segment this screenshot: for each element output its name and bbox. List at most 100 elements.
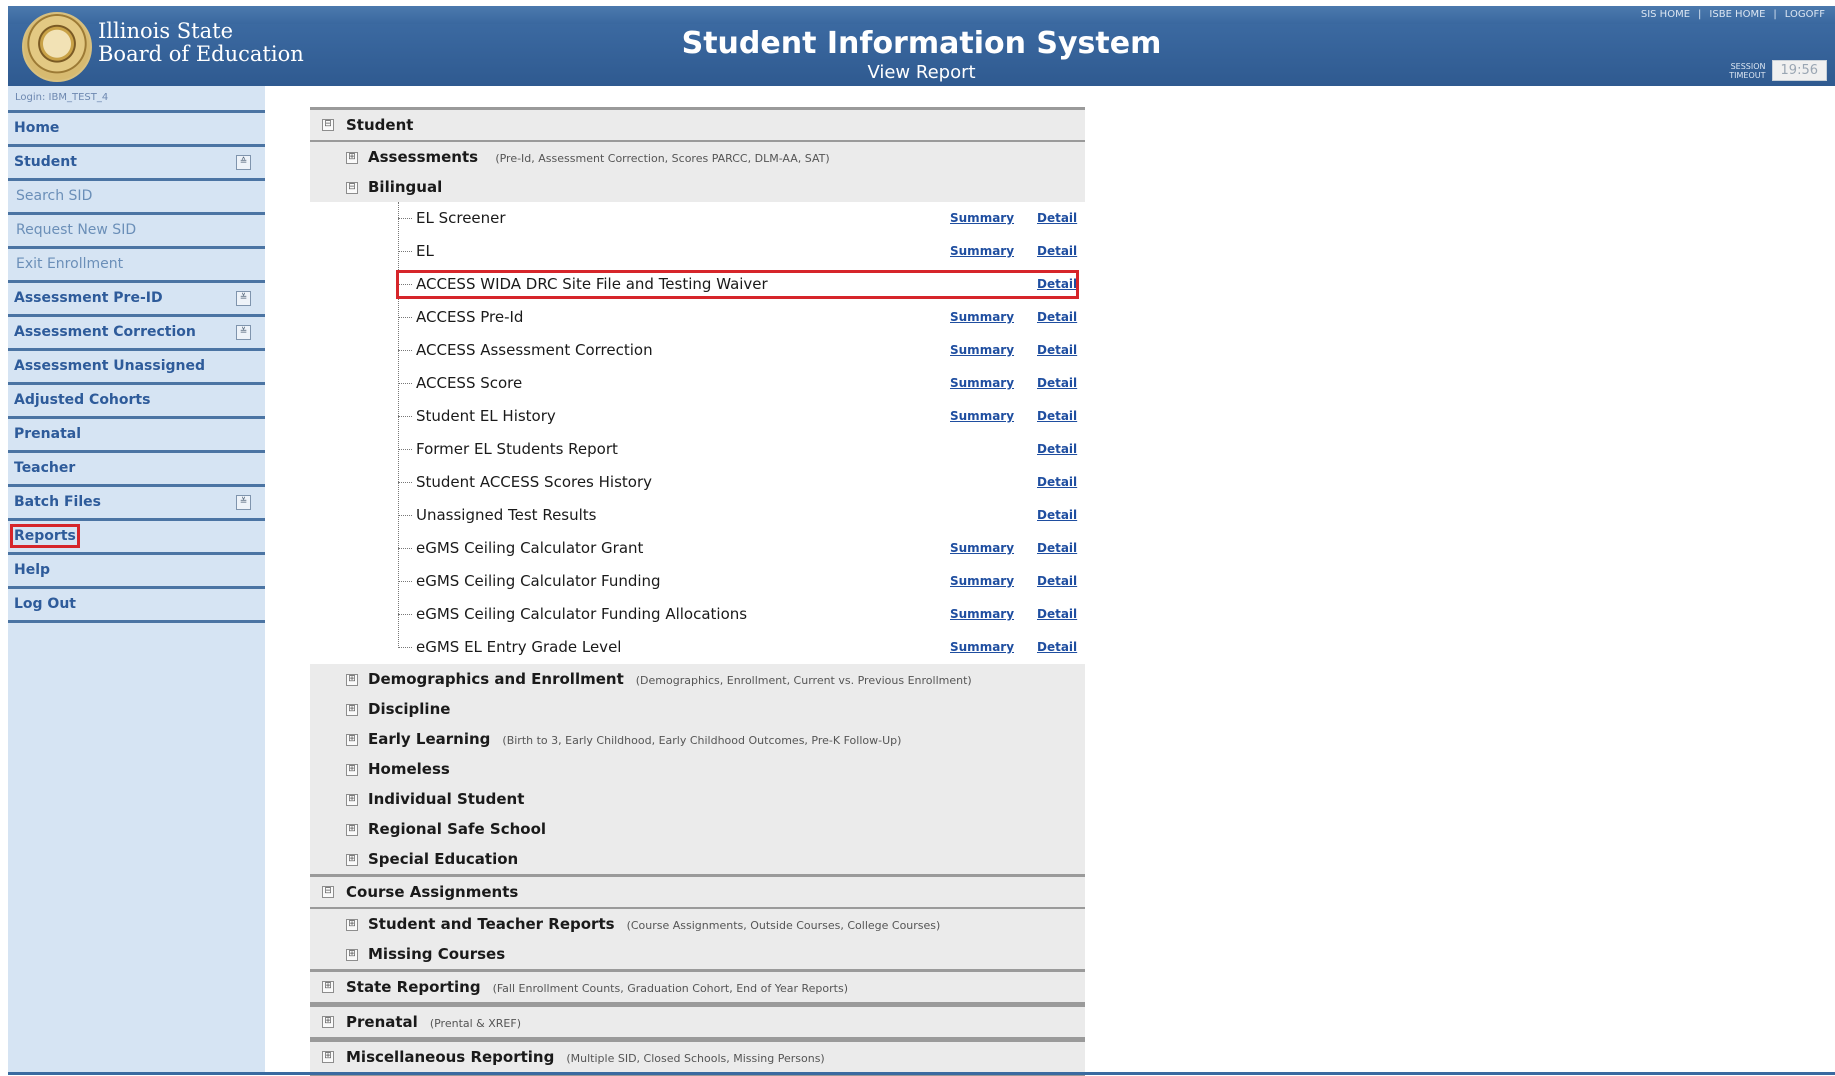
session-timer: 19:56 [1771, 60, 1827, 81]
expand-chevron-icon[interactable]: ≚ [236, 495, 251, 510]
sidebar-item-adjusted-cohorts[interactable]: Adjusted Cohorts [8, 385, 265, 419]
expand-icon[interactable]: ⊞ [346, 794, 358, 806]
expand-icon[interactable]: ⊞ [346, 704, 358, 716]
detail-link[interactable]: Detail [1037, 301, 1077, 334]
sidebar-item-reports[interactable]: Reports [8, 521, 265, 555]
sidebar-item-home[interactable]: Home [8, 113, 265, 147]
report-row: eGMS Ceiling Calculator Funding Allocati… [310, 598, 1085, 631]
tree-node-special-education[interactable]: ⊞ Special Education [310, 844, 1085, 874]
detail-link[interactable]: Detail [1037, 235, 1077, 268]
sidebar-item-assessment-unassigned[interactable]: Assessment Unassigned [8, 351, 265, 385]
summary-link[interactable]: Summary [950, 334, 1014, 367]
expand-icon[interactable]: ⊞ [346, 919, 358, 931]
sidebar-item-teacher[interactable]: Teacher [8, 453, 265, 487]
sidebar-item-exit-enrollment[interactable]: Exit Enrollment [8, 249, 265, 283]
section-state-reporting: ⊞ State Reporting (Fall Enrollment Counts,… [310, 969, 1085, 1004]
summary-link[interactable]: Summary [950, 598, 1014, 631]
summary-link[interactable]: Summary [950, 565, 1014, 598]
tree-node-student-and-teacher-reports[interactable]: ⊞ Student and Teacher Reports (Course Assi… [310, 909, 1085, 939]
tree-node-discipline[interactable]: ⊞ Discipline [310, 694, 1085, 724]
tree-node-homeless[interactable]: ⊞ Homeless [310, 754, 1085, 784]
sidebar-item-search-sid[interactable]: Search SID [8, 181, 265, 215]
expand-icon[interactable]: ⊞ [346, 152, 358, 164]
detail-link[interactable]: Detail [1037, 532, 1077, 565]
report-name: ACCESS Assessment Correction [416, 341, 653, 359]
isbe-home-link[interactable]: ISBE HOME [1709, 9, 1765, 20]
expand-chevron-icon[interactable]: ≚ [236, 325, 251, 340]
collapse-chevron-icon[interactable]: ≙ [236, 155, 251, 170]
sidebar-item-label: Assessment Unassigned [14, 358, 206, 374]
detail-link[interactable]: Detail [1037, 400, 1077, 433]
tree-node-assessments[interactable]: ⊞ Assessments (Pre-Id, Assessment Correc… [310, 142, 1085, 172]
section-description: (Prental & XREF) [429, 1017, 521, 1030]
sidebar-item-log-out[interactable]: Log Out [8, 589, 265, 623]
sidebar-item-label: Teacher [14, 460, 76, 476]
sidebar-item-assessment-pre-id[interactable]: Assessment Pre-ID ≚ [8, 283, 265, 317]
logoff-link[interactable]: LOGOFF [1785, 9, 1825, 20]
report-name: Unassigned Test Results [416, 506, 597, 524]
section-course-assignments-header[interactable]: ⊟ Course Assignments [310, 874, 1085, 909]
tree-branch-line [398, 647, 412, 648]
sidebar-item-label: Assessment Correction [14, 324, 196, 340]
tree-node-missing-courses[interactable]: ⊞ Missing Courses [310, 939, 1085, 969]
collapse-icon[interactable]: ⊟ [346, 182, 358, 194]
expand-icon[interactable]: ⊞ [346, 674, 358, 686]
collapse-icon[interactable]: ⊟ [322, 119, 334, 131]
summary-link[interactable]: Summary [950, 235, 1014, 268]
sidebar-item-prenatal[interactable]: Prenatal [8, 419, 265, 453]
section-prenatal-header[interactable]: ⊞ Prenatal (Prental & XREF) [310, 1004, 1085, 1039]
expand-chevron-icon[interactable]: ≚ [236, 291, 251, 306]
summary-link[interactable]: Summary [950, 400, 1014, 433]
sidebar-item-assessment-correction[interactable]: Assessment Correction ≚ [8, 317, 265, 351]
detail-link[interactable]: Detail [1037, 367, 1077, 400]
expand-icon[interactable]: ⊞ [322, 1016, 334, 1028]
sidebar-item-batch-files[interactable]: Batch Files ≚ [8, 487, 265, 521]
expand-icon[interactable]: ⊞ [346, 854, 358, 866]
detail-link[interactable]: Detail [1037, 334, 1077, 367]
tree-branch-line [398, 515, 412, 516]
expand-icon[interactable]: ⊞ [346, 734, 358, 746]
summary-link[interactable]: Summary [950, 202, 1014, 235]
detail-link[interactable]: Detail [1037, 466, 1077, 499]
tree-node-demographics-and-enrollment[interactable]: ⊞ Demographics and Enrollment (Demographic… [310, 664, 1085, 694]
node-label: Early Learning [368, 730, 491, 748]
section-miscellaneous-reporting-header[interactable]: ⊞ Miscellaneous Reporting (Multiple SID, C… [310, 1039, 1085, 1074]
summary-link[interactable]: Summary [950, 301, 1014, 334]
detail-link[interactable]: Detail [1037, 631, 1077, 664]
tree-node-early-learning[interactable]: ⊞ Early Learning (Birth to 3, Early Childh… [310, 724, 1085, 754]
report-row: eGMS Ceiling Calculator Funding Summary De… [310, 565, 1085, 598]
summary-link[interactable]: Summary [950, 532, 1014, 565]
report-row: ACCESS Pre-Id Summary Detail [310, 301, 1085, 334]
expand-icon[interactable]: ⊞ [322, 1051, 334, 1063]
tree-node-bilingual[interactable]: ⊟ Bilingual [310, 172, 1085, 202]
detail-link[interactable]: Detail [1037, 433, 1077, 466]
tree-node-regional-safe-school[interactable]: ⊞ Regional Safe School [310, 814, 1085, 844]
summary-link[interactable]: Summary [950, 631, 1014, 664]
tree-branch-line [398, 251, 412, 252]
expand-icon[interactable]: ⊞ [346, 824, 358, 836]
tree-node-individual-student[interactable]: ⊞ Individual Student [310, 784, 1085, 814]
sidebar-item-student[interactable]: Student ≙ [8, 147, 265, 181]
sidebar-item-help[interactable]: Help [8, 555, 265, 589]
report-row: ACCESS Assessment Correction Summary Detai… [310, 334, 1085, 367]
detail-link[interactable]: Detail [1037, 499, 1077, 532]
sidebar-item-request-new-sid[interactable]: Request New SID [8, 215, 265, 249]
expand-icon[interactable]: ⊞ [346, 764, 358, 776]
node-label: Special Education [368, 850, 519, 868]
report-row: Student ACCESS Scores History Detail [310, 466, 1085, 499]
detail-link[interactable]: Detail [1037, 202, 1077, 235]
report-name: EL [416, 242, 434, 260]
section-student-header[interactable]: ⊟ Student [310, 107, 1085, 142]
expand-icon[interactable]: ⊞ [346, 949, 358, 961]
detail-link[interactable]: Detail [1037, 565, 1077, 598]
collapse-icon[interactable]: ⊟ [322, 886, 334, 898]
expand-icon[interactable]: ⊞ [322, 981, 334, 993]
sidebar-nav: Home Student ≙ Search SID Request New SID Exi… [8, 113, 265, 623]
report-name: Former EL Students Report [416, 440, 618, 458]
session-label-line1: SESSION [1730, 61, 1766, 71]
sis-home-link[interactable]: SIS HOME [1641, 9, 1690, 20]
section-state-reporting-header[interactable]: ⊞ State Reporting (Fall Enrollment Counts,… [310, 969, 1085, 1004]
detail-link[interactable]: Detail [1037, 598, 1077, 631]
sidebar: Login: IBM_TEST_4 Home Student ≙ Search SID… [8, 86, 265, 1075]
summary-link[interactable]: Summary [950, 367, 1014, 400]
